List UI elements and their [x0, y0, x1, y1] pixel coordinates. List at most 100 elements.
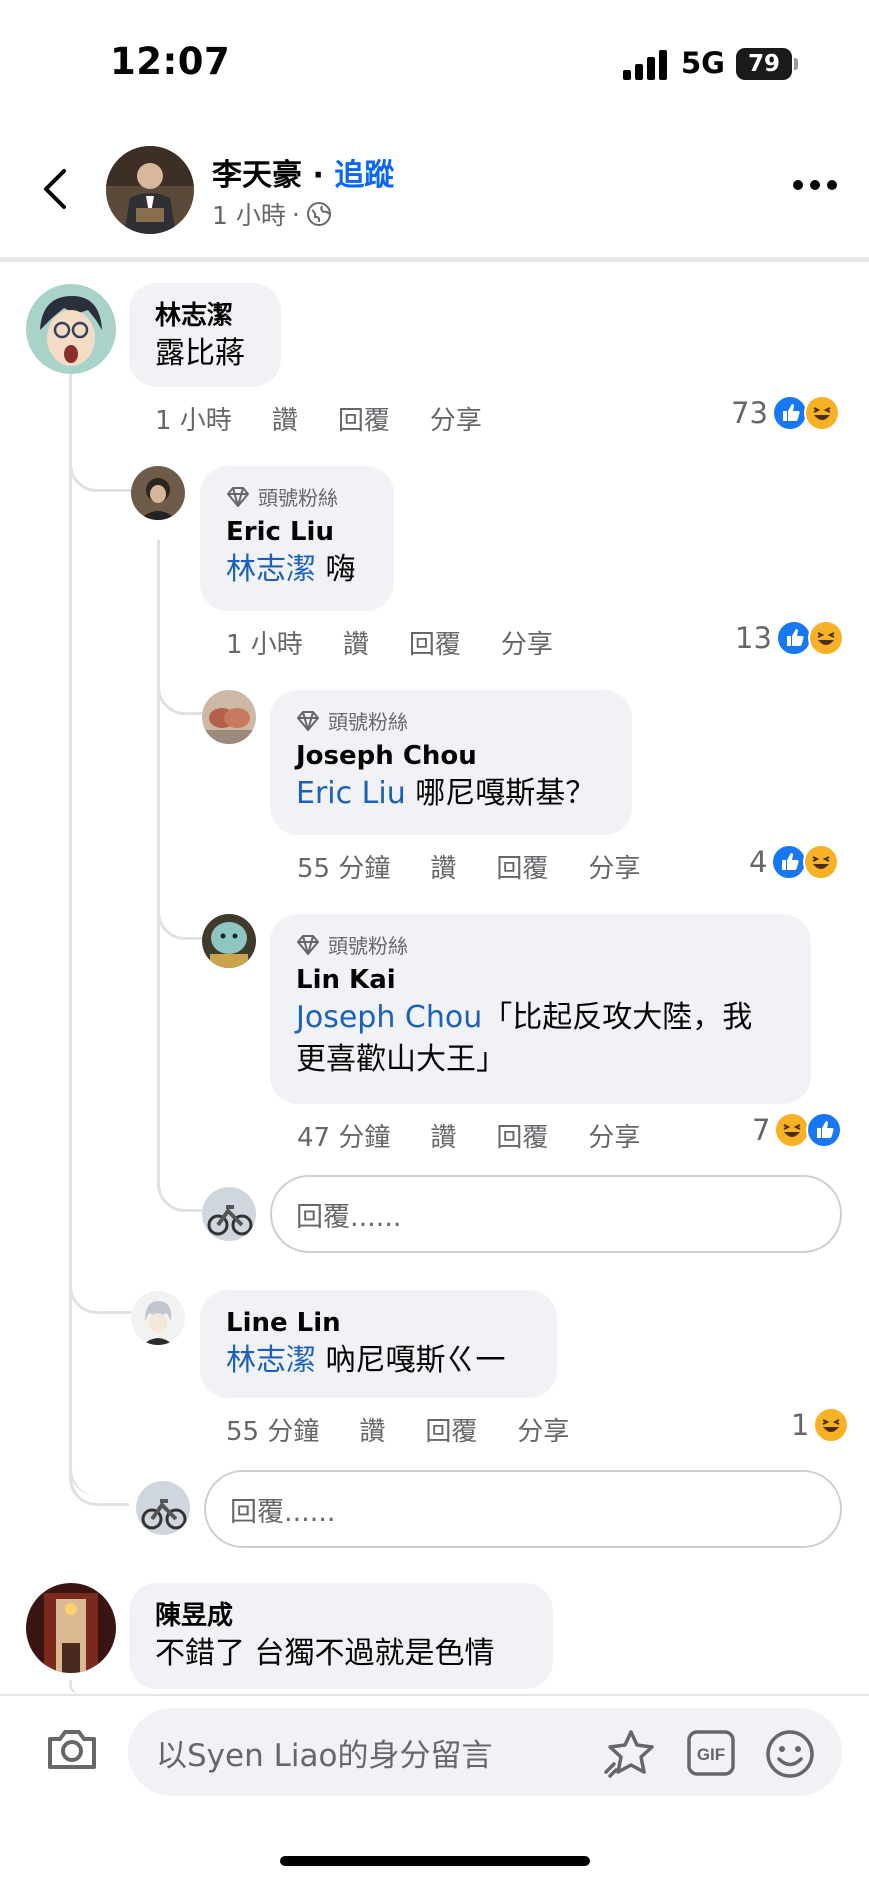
comment-bubble: 頭號粉絲 Joseph Chou Eric Liu 哪尼嘎斯基？	[270, 690, 632, 835]
separator-dot: ·	[312, 158, 324, 193]
avatar[interactable]	[26, 284, 116, 374]
reply-placeholder: 回覆......	[296, 1201, 402, 1233]
reply-button[interactable]: 回覆	[338, 400, 390, 437]
comment-time[interactable]: 55 分鐘	[226, 1411, 319, 1448]
reaction-summary[interactable]: 4	[749, 844, 840, 880]
haha-reaction-icon	[807, 620, 844, 656]
share-button[interactable]: 分享	[430, 400, 482, 437]
avatar[interactable]	[131, 466, 185, 520]
like-button[interactable]: 讚	[359, 1411, 385, 1448]
like-reaction-icon	[771, 844, 808, 880]
top-fan-badge: 頭號粉絲	[296, 930, 785, 959]
comment-actions: 47 分鐘 讚 回覆 分享	[297, 1117, 640, 1154]
thread-line	[157, 540, 205, 1212]
comment-text: 不錯了 台獨不過就是色情	[155, 1636, 495, 1671]
reply-input[interactable]: 回覆......	[204, 1470, 842, 1548]
commenter-name[interactable]: Eric Liu	[226, 515, 368, 549]
comment-bubble: 林志潔 露比蔣	[129, 283, 281, 387]
share-button[interactable]: 分享	[501, 624, 553, 661]
like-reaction-icon	[775, 620, 812, 656]
thread-line-branch	[69, 1252, 133, 1314]
my-avatar	[202, 1187, 256, 1241]
sticker-icon[interactable]	[604, 1728, 658, 1778]
home-indicator	[280, 1856, 590, 1866]
reply-input[interactable]: 回覆......	[270, 1175, 842, 1253]
haha-reaction-icon	[813, 1407, 850, 1443]
badge-label: 頭號粉絲	[258, 486, 338, 510]
reaction-count: 7	[752, 1113, 771, 1147]
reaction-summary[interactable]: 1	[791, 1407, 850, 1443]
comment-time[interactable]: 1 小時	[226, 624, 303, 661]
author-name[interactable]: 李天豪	[212, 158, 302, 193]
reaction-summary[interactable]: 73	[731, 395, 840, 431]
post-meta: 1 小時 ·	[212, 196, 332, 232]
comment-time[interactable]: 55 分鐘	[297, 848, 390, 885]
like-reaction-icon	[806, 1112, 843, 1148]
like-reaction-icon	[771, 395, 808, 431]
reaction-count: 13	[735, 621, 772, 655]
share-button[interactable]: 分享	[588, 1117, 640, 1154]
diamond-icon	[297, 710, 319, 731]
like-button[interactable]: 讚	[272, 400, 298, 437]
more-options-icon[interactable]	[793, 178, 837, 192]
avatar[interactable]	[202, 690, 256, 744]
mention-link[interactable]: Eric Liu	[296, 776, 406, 811]
meta-dot: ·	[291, 199, 300, 229]
thread-line	[69, 1680, 79, 1694]
comment-text: Joseph Chou「比起反攻大陸，我	[296, 997, 785, 1039]
mention-link[interactable]: 林志潔	[226, 1343, 316, 1378]
comment-text: 林志潔 吶尼嘎斯ㄍ一	[226, 1340, 531, 1382]
reaction-summary[interactable]: 7	[752, 1112, 843, 1148]
reply-button[interactable]: 回覆	[409, 624, 461, 661]
gif-icon[interactable]: GIF	[687, 1730, 735, 1776]
thread-line-branch	[69, 430, 133, 492]
comment-time[interactable]: 1 小時	[155, 400, 232, 437]
commenter-name[interactable]: Joseph Chou	[296, 739, 606, 773]
mention-link[interactable]: 林志潔	[226, 552, 316, 587]
diamond-icon	[297, 934, 319, 955]
like-button[interactable]: 讚	[343, 624, 369, 661]
commenter-name[interactable]: Line Lin	[226, 1306, 531, 1340]
comment-text-line: 更喜歡山大王」	[296, 1042, 506, 1077]
comment-actions: 1 小時 讚 回覆 分享	[226, 624, 553, 661]
haha-reaction-icon	[803, 844, 840, 880]
comment-actions: 55 分鐘 讚 回覆 分享	[226, 1411, 569, 1448]
back-icon[interactable]	[36, 165, 76, 213]
comment-actions: 55 分鐘 讚 回覆 分享	[297, 848, 640, 885]
comment-time[interactable]: 47 分鐘	[297, 1117, 390, 1154]
commenter-name[interactable]: 陳昱成	[155, 1599, 527, 1633]
avatar[interactable]	[202, 914, 256, 968]
composer-divider	[0, 1694, 869, 1696]
commenter-name[interactable]: Lin Kai	[296, 963, 785, 997]
avatar[interactable]	[131, 1291, 185, 1345]
share-button[interactable]: 分享	[588, 848, 640, 885]
avatar[interactable]	[26, 1583, 116, 1673]
diamond-icon	[227, 486, 249, 507]
reaction-count: 1	[791, 1408, 810, 1442]
reply-button[interactable]: 回覆	[496, 1117, 548, 1154]
top-fan-badge: 頭號粉絲	[226, 482, 368, 511]
comment-bubble: 陳昱成 不錯了 台獨不過就是色情	[129, 1583, 553, 1689]
reply-button[interactable]: 回覆	[496, 848, 548, 885]
camera-icon[interactable]	[46, 1727, 98, 1771]
thread-line	[69, 378, 133, 1496]
thread-line-branch	[157, 655, 205, 715]
composer-placeholder: 以Syen Liao的身分留言	[156, 1737, 493, 1774]
my-avatar	[136, 1481, 190, 1535]
commenter-name[interactable]: 林志潔	[155, 299, 255, 333]
reaction-summary[interactable]: 13	[735, 620, 844, 656]
comment-body: 嗨	[316, 552, 356, 587]
status-time: 12:07	[110, 40, 231, 83]
like-button[interactable]: 讚	[430, 848, 456, 885]
emoji-icon[interactable]	[764, 1728, 816, 1780]
reaction-count: 73	[731, 396, 768, 430]
comment-bubble: 頭號粉絲 Eric Liu 林志潔 嗨	[200, 466, 394, 611]
reply-button[interactable]: 回覆	[425, 1411, 477, 1448]
author-avatar[interactable]	[106, 146, 194, 234]
mention-link[interactable]: Joseph Chou	[296, 1000, 482, 1035]
share-button[interactable]: 分享	[517, 1411, 569, 1448]
comment-body: 吶尼嘎斯ㄍ一	[316, 1343, 506, 1378]
comment-text: 林志潔 嗨	[226, 549, 368, 591]
follow-button[interactable]: 追蹤	[334, 158, 394, 193]
like-button[interactable]: 讚	[430, 1117, 456, 1154]
